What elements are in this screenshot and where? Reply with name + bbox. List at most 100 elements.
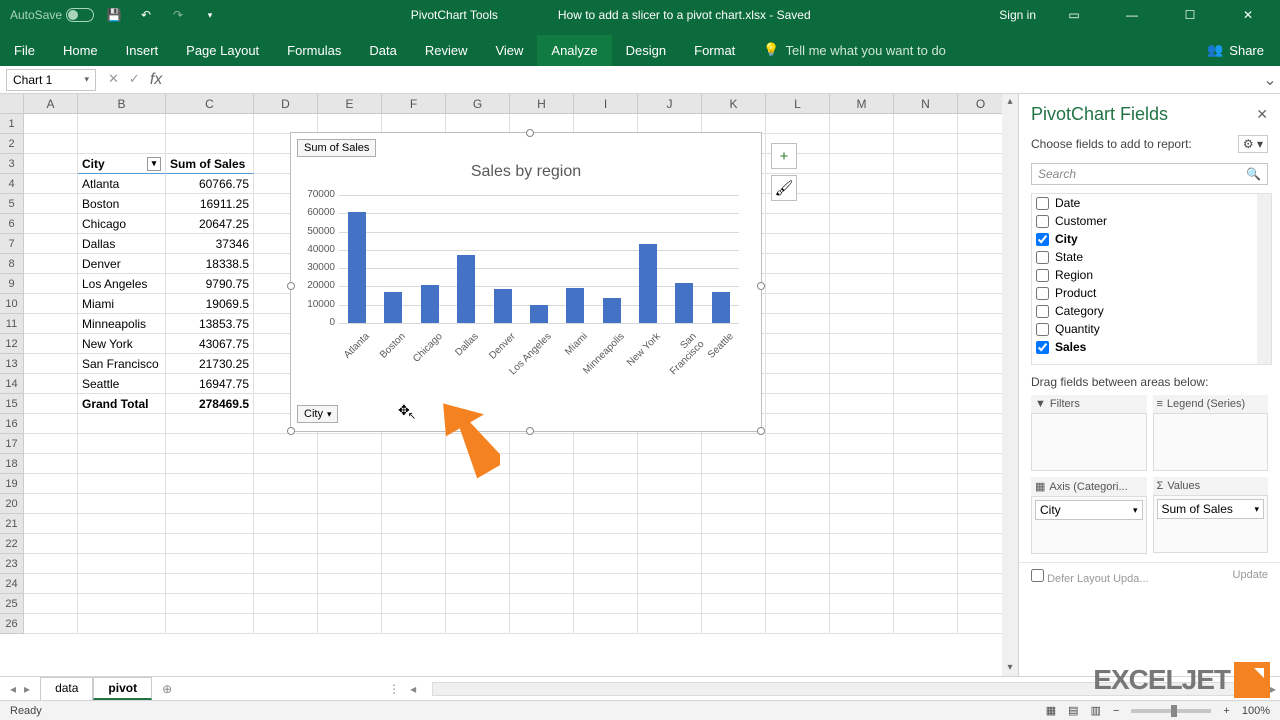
cell[interactable] [24,594,78,614]
zoom-out-icon[interactable]: − [1113,705,1119,717]
field-item-region[interactable]: Region▼ [1032,266,1271,284]
add-sheet-button[interactable]: ⊕ [152,682,182,696]
cell[interactable] [702,494,766,514]
cell[interactable] [166,574,254,594]
cell[interactable]: Chicago [78,214,166,234]
cell[interactable] [166,534,254,554]
undo-icon[interactable]: ↶ [134,3,158,27]
cell[interactable] [510,114,574,134]
cell[interactable] [766,114,830,134]
values-field-item[interactable]: Sum of Sales▾ [1157,499,1265,519]
chart-bar[interactable] [457,255,475,323]
cell[interactable] [574,454,638,474]
cell[interactable] [382,114,446,134]
cell[interactable] [510,514,574,534]
cell[interactable]: Minneapolis [78,314,166,334]
cell[interactable] [382,514,446,534]
cell[interactable] [446,574,510,594]
cell[interactable] [702,474,766,494]
cell[interactable] [894,514,958,534]
cell[interactable] [24,154,78,174]
cell[interactable] [766,374,830,394]
cell[interactable] [574,114,638,134]
cell[interactable] [894,114,958,134]
formula-input[interactable] [182,69,1260,91]
cell[interactable] [254,434,318,454]
field-item-quantity[interactable]: Quantity [1032,320,1271,338]
column-header[interactable]: B [78,94,166,113]
axis-drop-area[interactable]: City▾ [1031,496,1147,554]
row-header[interactable]: 19 [0,474,24,494]
row-header[interactable]: 25 [0,594,24,614]
cell[interactable] [894,214,958,234]
cell[interactable] [318,594,382,614]
cell[interactable] [702,594,766,614]
cell[interactable] [830,174,894,194]
share-button[interactable]: 👥 Share [1191,34,1280,66]
cell[interactable] [574,554,638,574]
tab-formulas[interactable]: Formulas [273,35,355,66]
cell[interactable] [958,274,1004,294]
cell[interactable]: 18338.5 [166,254,254,274]
cell[interactable]: Grand Total [78,394,166,414]
spreadsheet-grid[interactable]: ABCDEFGHIJKLMNO 123City▾Sum of Sales4Atl… [0,94,1018,676]
cell[interactable] [78,114,166,134]
chart-bar[interactable] [348,212,366,323]
cell[interactable]: 13853.75 [166,314,254,334]
row-header[interactable]: 11 [0,314,24,334]
cell[interactable] [830,514,894,534]
cell[interactable] [78,554,166,574]
cell[interactable] [24,474,78,494]
cell[interactable] [166,494,254,514]
cell[interactable] [766,434,830,454]
row-header[interactable]: 15 [0,394,24,414]
cell[interactable] [166,514,254,534]
cell[interactable] [382,434,446,454]
cell[interactable] [766,534,830,554]
cell[interactable] [958,474,1004,494]
tab-data[interactable]: Data [355,35,410,66]
cell[interactable] [766,234,830,254]
pivot-chart[interactable]: Sum of Sales Sales by region 01000020000… [290,132,762,432]
cell[interactable] [766,354,830,374]
cell[interactable] [958,294,1004,314]
column-header[interactable]: I [574,94,638,113]
cell[interactable] [254,474,318,494]
chart-bar[interactable] [384,292,402,323]
cell[interactable]: Atlanta [78,174,166,194]
cell[interactable] [446,454,510,474]
column-header[interactable]: L [766,94,830,113]
cell[interactable] [766,314,830,334]
cell[interactable] [638,114,702,134]
cell[interactable] [24,554,78,574]
row-header[interactable]: 12 [0,334,24,354]
row-header[interactable]: 4 [0,174,24,194]
cell[interactable] [574,434,638,454]
cell[interactable] [382,534,446,554]
cell[interactable] [24,614,78,634]
cell[interactable] [574,494,638,514]
cell[interactable] [166,454,254,474]
cell[interactable] [766,454,830,474]
cell[interactable]: 19069.5 [166,294,254,314]
enter-formula-icon[interactable]: ✓ [129,71,140,89]
name-box[interactable]: Chart 1▾ [6,69,96,91]
cell[interactable] [830,494,894,514]
cell[interactable] [254,114,318,134]
cell[interactable] [702,554,766,574]
cell[interactable]: 21730.25 [166,354,254,374]
view-break-icon[interactable]: ▥ [1091,704,1101,717]
cell[interactable] [510,474,574,494]
cell[interactable] [894,314,958,334]
cell[interactable] [958,194,1004,214]
cell[interactable] [894,454,958,474]
chart-bar[interactable] [421,285,439,323]
cell[interactable] [24,494,78,514]
cell[interactable] [318,474,382,494]
cell[interactable] [958,514,1004,534]
cell[interactable] [638,594,702,614]
cell[interactable] [766,614,830,634]
sheet-nav-next-icon[interactable]: ▸ [24,682,30,696]
cell[interactable] [830,474,894,494]
tab-review[interactable]: Review [411,35,482,66]
